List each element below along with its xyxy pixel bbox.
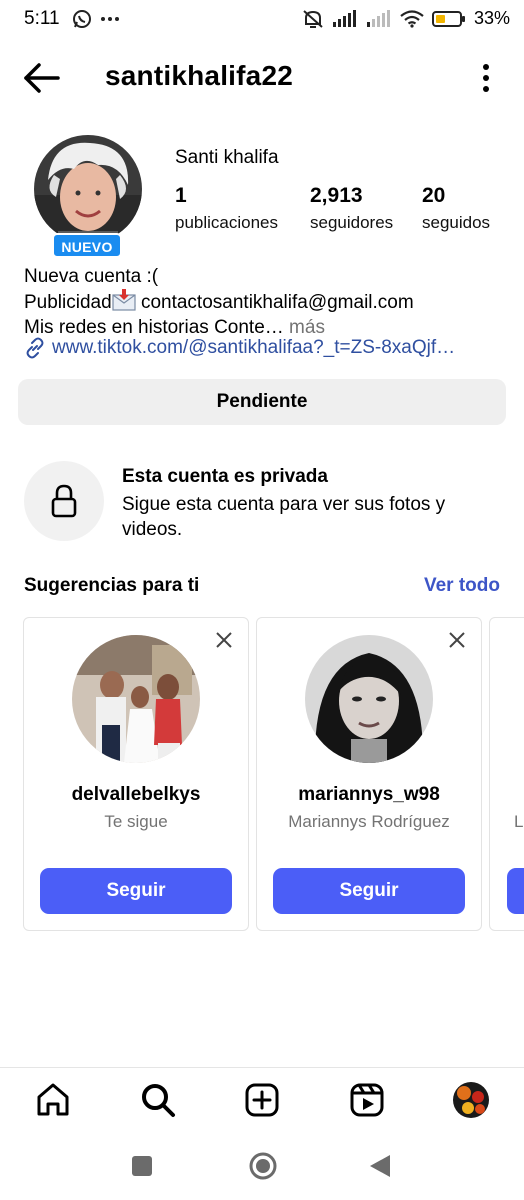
back-button[interactable] [22, 60, 62, 96]
whatsapp-icon [73, 10, 91, 28]
options-button[interactable] [478, 62, 494, 94]
bio-line: Nueva cuenta :( [24, 266, 159, 287]
nav-search[interactable] [138, 1080, 178, 1120]
profile-photo [34, 135, 142, 243]
suggestion-username: mariannys_w98 [298, 784, 440, 805]
bio-more-link[interactable]: más [284, 317, 325, 338]
suggestion-avatar[interactable] [72, 635, 200, 763]
triangle-back-icon [370, 1155, 390, 1177]
bio-email: contactosantikhalifa@gmail.com [135, 292, 414, 313]
stat-value: 20 [422, 184, 446, 207]
suggestion-photo [72, 635, 200, 763]
battery-icon [431, 10, 465, 27]
recent-apps-button[interactable] [131, 1155, 153, 1182]
reels-icon [350, 1083, 384, 1117]
status-bar: 5:11 33% [0, 0, 524, 40]
profile-full-name: Santi khalifa [175, 147, 279, 168]
wifi-icon [400, 9, 424, 28]
create-icon [245, 1083, 279, 1117]
suggestion-card-partial[interactable]: L [489, 617, 524, 931]
back-system-button[interactable] [369, 1154, 391, 1183]
profile-bio: Nueva cuenta :( Publicidad contactosanti… [24, 264, 514, 340]
mute-icon [303, 9, 323, 28]
stat-label: seguidos [422, 213, 491, 232]
circle-home-icon [249, 1152, 277, 1180]
bio-text: Publicidad [24, 292, 112, 313]
suggestion-username: delvallebelkys [71, 784, 201, 805]
system-navigation [0, 1132, 524, 1200]
signal-icon [366, 9, 390, 27]
close-icon [216, 632, 232, 648]
suggestion-card[interactable]: mariannys_w98 Mariannys Rodríguez Seguir [256, 617, 482, 931]
signal-icon [332, 9, 356, 27]
profile-header: santikhalifa22 [0, 50, 524, 106]
bio-text: Mis redes en historias Conte… [24, 317, 284, 338]
link-icon [26, 337, 44, 359]
stat-label: publicaciones [175, 213, 279, 232]
battery-percent: 33% [473, 8, 510, 28]
see-all-link[interactable]: Ver todo [424, 575, 500, 597]
stat-label: seguidores [310, 213, 394, 232]
stat-posts[interactable]: 1 publicaciones [175, 184, 278, 233]
arrow-left-icon [24, 63, 60, 93]
private-account-title: Esta cuenta es privada [122, 466, 328, 487]
bio-link-text: www.tiktok.com/@santikhalifaa?_t=ZS-8xaQ… [52, 337, 456, 358]
follow-button[interactable]: Seguir [273, 868, 465, 914]
close-icon [449, 632, 465, 648]
nav-reels[interactable] [347, 1080, 387, 1120]
search-icon [142, 1084, 175, 1117]
square-icon [132, 1156, 152, 1176]
stat-followers[interactable]: 2,913 seguidores [310, 184, 393, 233]
profile-avatar [453, 1082, 489, 1118]
envelope-download-icon [112, 289, 136, 311]
lock-icon [51, 484, 77, 518]
dismiss-suggestion-button[interactable] [214, 630, 234, 650]
suggestions-title: Sugerencias para ti [24, 575, 200, 596]
more-dots-icon [101, 17, 119, 21]
nav-profile[interactable] [451, 1080, 491, 1120]
new-account-badge: NUEVO [52, 233, 122, 258]
follow-button[interactable]: Seguir [40, 868, 232, 914]
home-icon [37, 1083, 69, 1116]
profile-avatar[interactable] [34, 135, 142, 243]
bottom-navigation [0, 1068, 524, 1132]
kebab-menu-icon [483, 64, 489, 92]
suggestion-subtitle: Mariannys Rodríguez [288, 812, 450, 831]
stat-value: 2,913 [310, 184, 363, 207]
suggestion-card[interactable]: delvallebelkys Te sigue Seguir [23, 617, 249, 931]
home-system-button[interactable] [248, 1151, 278, 1186]
suggestion-subtitle: L [514, 812, 524, 831]
stat-following[interactable]: 20 seguidos [422, 184, 490, 233]
nav-create[interactable] [242, 1080, 282, 1120]
bio-external-link[interactable]: www.tiktok.com/@santikhalifaa?_t=ZS-8xaQ… [24, 337, 504, 359]
suggestion-avatar[interactable] [305, 635, 433, 763]
dismiss-suggestion-button[interactable] [447, 630, 467, 650]
suggestion-photo [305, 635, 433, 763]
bio-line: Publicidad contactosantikhalifa@gmail.co… [24, 289, 514, 315]
private-lock [24, 461, 104, 541]
status-time: 5:11 [24, 8, 60, 29]
stat-value: 1 [175, 184, 187, 207]
follow-button[interactable] [507, 868, 524, 914]
suggestion-subtitle: Te sigue [104, 812, 168, 831]
page-title-username: santikhalifa22 [105, 60, 293, 91]
pending-follow-button[interactable]: Pendiente [18, 379, 506, 425]
nav-home[interactable] [33, 1080, 73, 1120]
private-account-description: Sigue esta cuenta para ver sus fotos y v… [122, 494, 446, 540]
